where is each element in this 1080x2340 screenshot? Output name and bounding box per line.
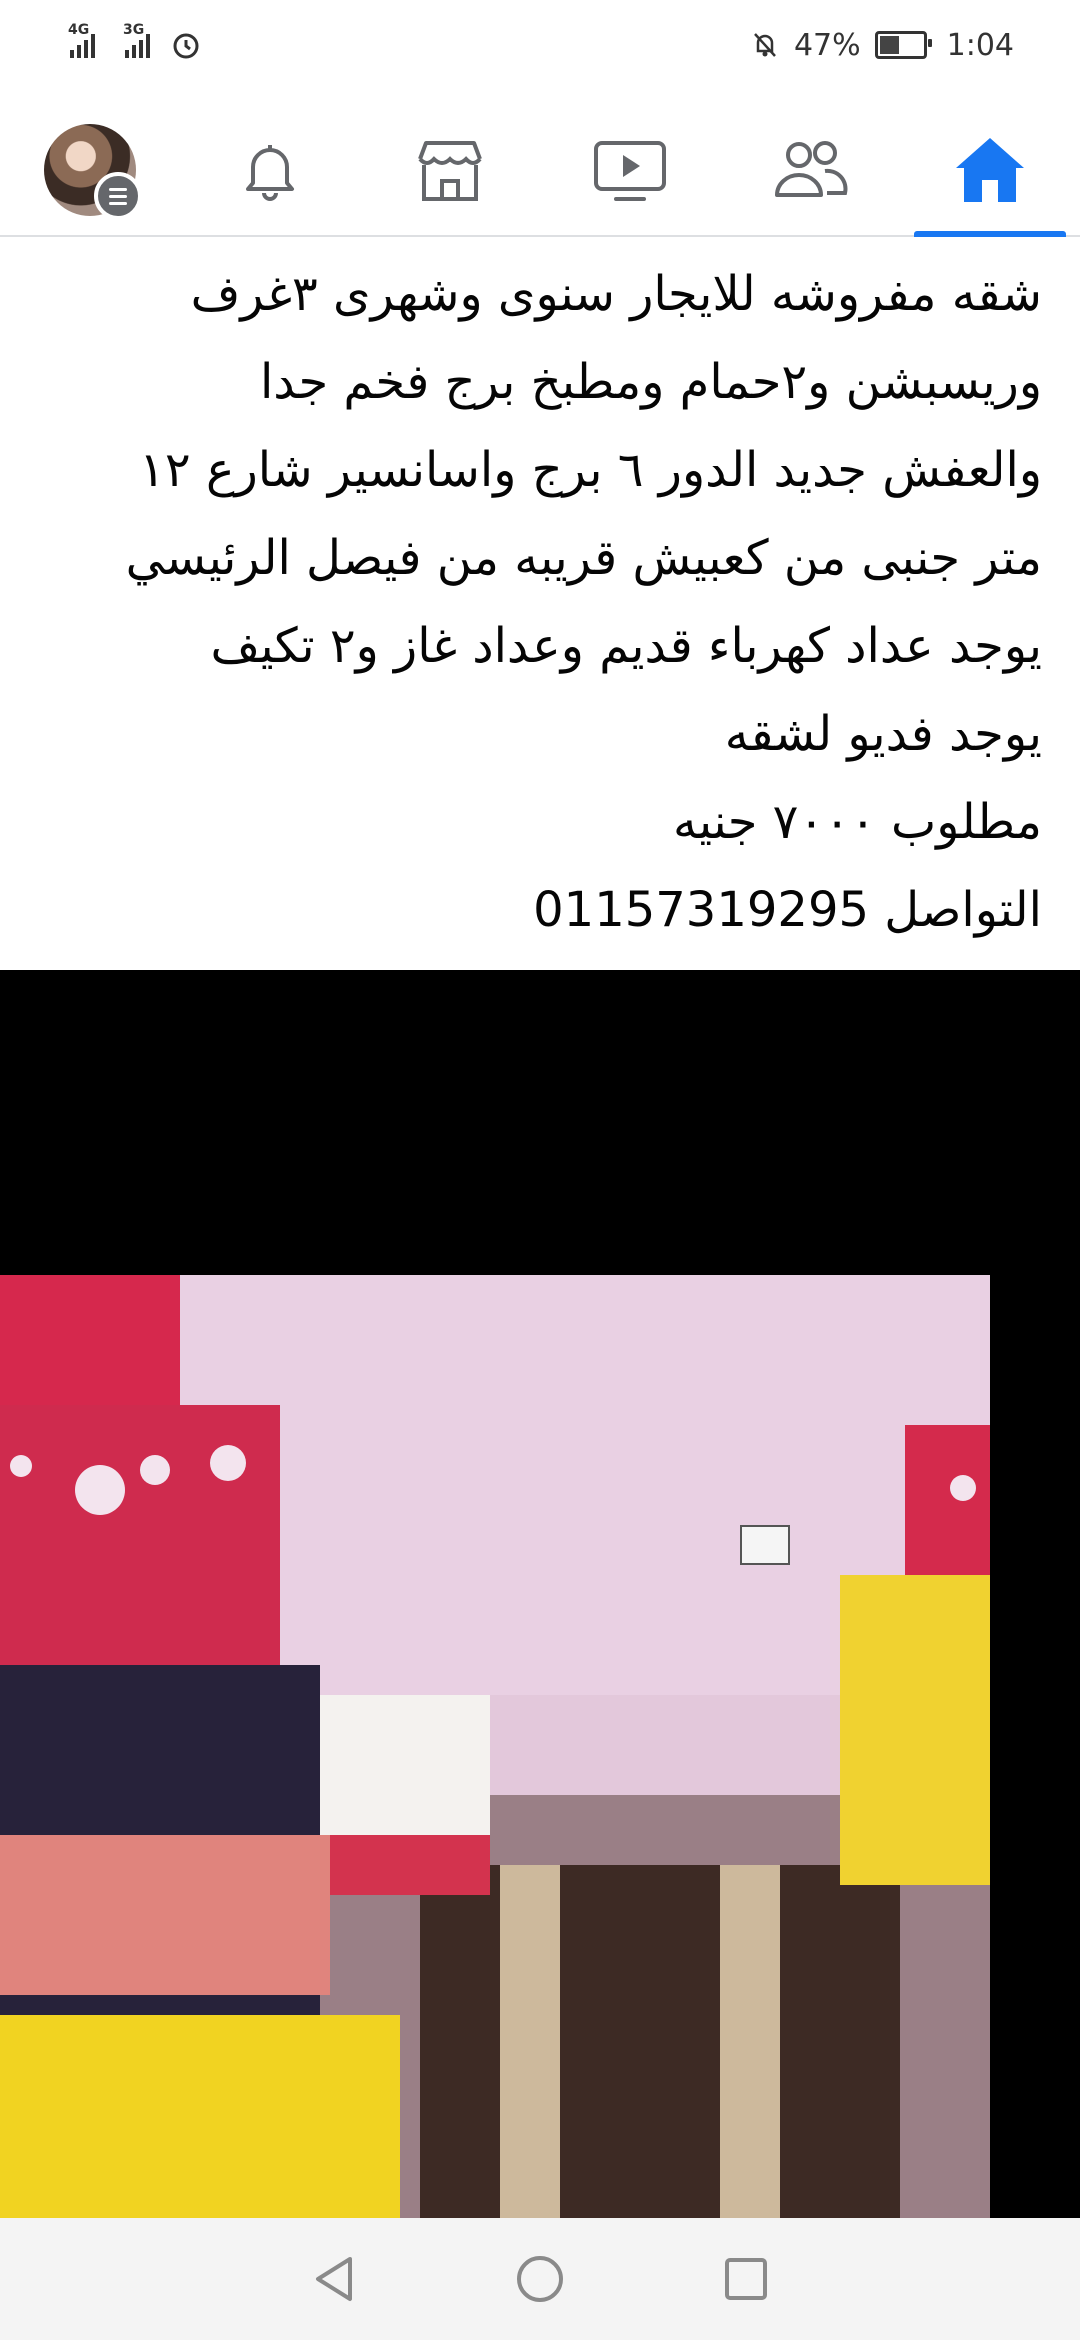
nav-notifications[interactable] [180,105,360,235]
home-button[interactable] [512,2251,568,2307]
post-line: التواصل 01157319295 [533,882,1042,938]
post-line: يوجد عداد كهرباء قديم وعداد غاز و٢ تكيف [210,618,1042,674]
nav-profile-menu[interactable] [0,105,180,235]
alarm-icon [173,33,199,59]
post-line: وريسبشن و٢حمام ومطبخ برج فخم جدا [259,354,1042,410]
network-type-2: 3G [123,22,145,38]
home-icon [956,138,1024,202]
store-icon [418,141,482,201]
home-circle-icon [517,2256,563,2302]
battery-icon [874,31,932,59]
battery-percent: 47% [793,27,861,63]
status-right: 47% 1:04 [750,28,1080,63]
nav-watch[interactable] [540,105,720,235]
recents-button[interactable] [718,2251,774,2307]
wall-switch [740,1525,790,1565]
nav-home[interactable] [900,105,1080,237]
back-button[interactable] [306,2251,362,2307]
nav-groups[interactable] [720,105,900,235]
system-nav-bar [0,2218,1080,2340]
back-icon [316,2257,352,2301]
top-nav-bar [0,105,1080,237]
recents-icon [725,2258,767,2300]
post-line: والعفش جديد الدور ٦ برج واسانسير شارع ١٢ [139,442,1042,498]
signal-3g-icon: 3G [123,22,150,58]
signal-4g-icon: 4G [68,22,95,58]
post-line: مطلوب ٧٠٠٠ جنيه [673,794,1042,850]
people-icon [775,141,848,197]
video-play-icon [594,141,666,201]
network-type-1: 4G [68,22,90,38]
status-bar: 4G 3G 47% 1:04 [0,0,1080,90]
clock: 1:04 [946,27,1014,63]
mute-notifications-icon [754,33,776,57]
post-text: شقه مفروشه للايجار سنوى وشهرى ٣غرف وريسب… [30,250,1042,954]
post-line: شقه مفروشه للايجار سنوى وشهرى ٣غرف [190,266,1042,322]
avatar[interactable] [44,124,142,220]
bell-icon [246,145,294,201]
post-line: متر جنبى من كعبيش قريبه من فيصل الرئيسي [125,530,1042,586]
nav-marketplace[interactable] [360,105,540,235]
bedroom-photo [0,1275,990,2218]
post-image[interactable] [0,970,1080,2218]
status-left: 4G 3G [0,22,202,61]
menu-icon [94,172,142,220]
battery-fill [879,36,900,54]
post-line: يوجد فديو لشقه [724,706,1042,762]
